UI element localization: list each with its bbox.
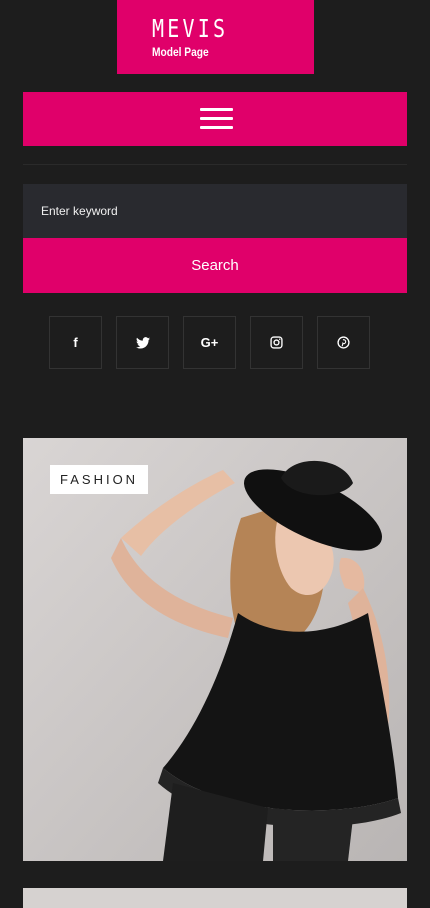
featured-post-card[interactable]: FASHION [23,438,407,861]
site-logo[interactable]: MEVIS Model Page [117,0,314,74]
search-input[interactable] [23,184,407,238]
google-plus-link[interactable]: G+ [183,316,236,369]
facebook-icon: f [73,335,78,350]
site-title: MEVIS [152,14,229,43]
site-subtitle: Model Page [152,45,209,59]
pinterest-icon [337,336,350,349]
pinterest-link[interactable] [317,316,370,369]
menu-toggle-button[interactable] [23,92,407,146]
hamburger-menu-icon [200,108,233,130]
twitter-link[interactable] [116,316,169,369]
facebook-link[interactable]: f [49,316,102,369]
next-post-card[interactable] [23,888,407,908]
post-image [23,438,407,861]
divider [23,164,407,165]
category-tag[interactable]: FASHION [50,465,149,494]
search-button[interactable]: Search [23,238,407,293]
instagram-link[interactable] [250,316,303,369]
google-plus-icon: G+ [200,335,219,350]
twitter-icon [135,336,150,349]
instagram-icon [270,336,283,349]
